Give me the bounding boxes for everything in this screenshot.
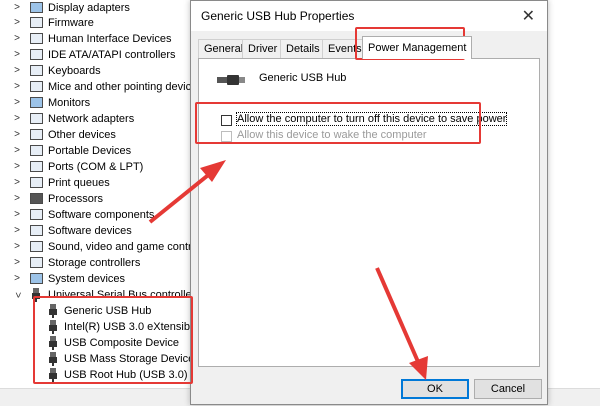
usb-plug-icon [49,336,57,350]
tree-item-label: Storage controllers [48,257,141,269]
dialog-titlebar[interactable]: Generic USB Hub Properties ✕ [191,1,547,31]
usb-plug-icon [49,304,57,318]
device-manager-tree: > Display adapters > Firmware > Human Inter… [0,0,210,405]
sound-icon [30,241,43,252]
chevron-right-icon[interactable]: > [12,111,22,127]
tree-item-label: Software devices [48,225,132,237]
dialog-title: Generic USB Hub Properties [201,9,355,23]
tree-item-label: Network adapters [48,113,135,125]
chevron-right-icon[interactable]: > [12,143,22,159]
usb-plug-icon [49,320,57,334]
chevron-right-icon[interactable]: > [12,271,22,287]
tree-item-label: Keyboards [48,65,101,77]
tab-power-management[interactable]: Power Management [362,36,473,59]
chevron-right-icon[interactable]: > [12,191,22,207]
monitor-icon [30,97,43,108]
portable-icon [30,145,43,156]
firmware-icon [30,17,43,28]
ide-icon [30,49,43,60]
tree-item-label: Human Interface Devices [48,33,172,45]
tab-events[interactable]: Events [322,39,368,58]
chevron-right-icon[interactable]: > [12,79,22,95]
tree-item-label: Software components [48,209,155,221]
tab-details[interactable]: Details [280,39,326,58]
chevron-down-icon[interactable]: > [9,290,25,300]
allow-power-off-checkbox[interactable] [221,115,232,126]
display-adapter-icon [30,2,43,13]
usb-plug-icon [49,352,57,366]
printer-icon [30,177,43,188]
ok-button[interactable]: OK [401,379,469,399]
tree-item-label: USB Mass Storage Device [64,353,195,365]
tree-item-label: Sound, video and game contro [48,241,198,253]
tab-driver[interactable]: Driver [242,39,284,58]
chevron-right-icon[interactable]: > [12,239,22,255]
power-management-panel: Generic USB Hub Allow the computer to tu… [198,58,540,367]
usb-plug-icon [49,368,57,382]
chevron-right-icon[interactable]: > [12,207,22,223]
tree-item-label: Portable Devices [48,145,132,157]
tree-item-label: IDE ATA/ATAPI controllers [48,49,176,61]
hid-icon [30,33,43,44]
chevron-right-icon[interactable]: > [12,255,22,271]
ports-icon [30,161,43,172]
tree-item-label: Intel(R) USB 3.0 eXtensible H [64,321,210,333]
close-icon[interactable]: ✕ [522,6,535,26]
chevron-right-icon[interactable]: > [12,47,22,63]
tree-item-label: System devices [48,273,126,285]
tree-item-label: USB Root Hub (USB 3.0) [64,369,188,381]
tree-item-label: Generic USB Hub [64,305,152,317]
chevron-right-icon[interactable]: > [12,159,22,175]
tree-item-label: Display adapters [48,2,130,14]
keyboard-icon [30,65,43,76]
properties-dialog: Generic USB Hub Properties ✕ General Dri… [190,0,548,405]
tree-item-label: USB Composite Device [64,337,179,349]
tree-item-label: Monitors [48,97,91,109]
software-device-icon [30,225,43,236]
usb-cable-icon [217,75,245,85]
chevron-right-icon[interactable]: > [12,95,22,111]
tree-item-label: Ports (COM & LPT) [48,161,144,173]
tree-item-label: Universal Serial Bus controllers [48,289,201,301]
chevron-right-icon[interactable]: > [12,31,22,47]
processor-icon [30,193,43,204]
chevron-right-icon[interactable]: > [12,175,22,191]
chevron-right-icon[interactable]: > [12,223,22,239]
chevron-right-icon[interactable]: > [12,127,22,143]
allow-power-off-label[interactable]: Allow the computer to turn off this devi… [235,112,508,126]
chevron-right-icon[interactable]: > [12,15,22,31]
tree-item-label: Processors [48,193,104,205]
usb-icon [32,288,40,302]
software-component-icon [30,209,43,220]
tree-item-label: Print queues [48,177,110,189]
device-name: Generic USB Hub [259,72,347,84]
other-devices-icon [30,129,43,140]
chevron-right-icon[interactable]: > [12,63,22,79]
tree-item-label: Other devices [48,129,116,141]
tree-item-label: Firmware [48,17,94,29]
tree-item-label: Mice and other pointing device [48,81,198,93]
chevron-right-icon[interactable]: > [12,0,22,16]
mouse-icon [30,81,43,92]
allow-wake-label: Allow this device to wake the computer [237,129,427,141]
allow-wake-checkbox [221,131,232,142]
network-icon [30,113,43,124]
system-icon [30,273,43,284]
cancel-button[interactable]: Cancel [474,379,542,399]
storage-icon [30,257,43,268]
